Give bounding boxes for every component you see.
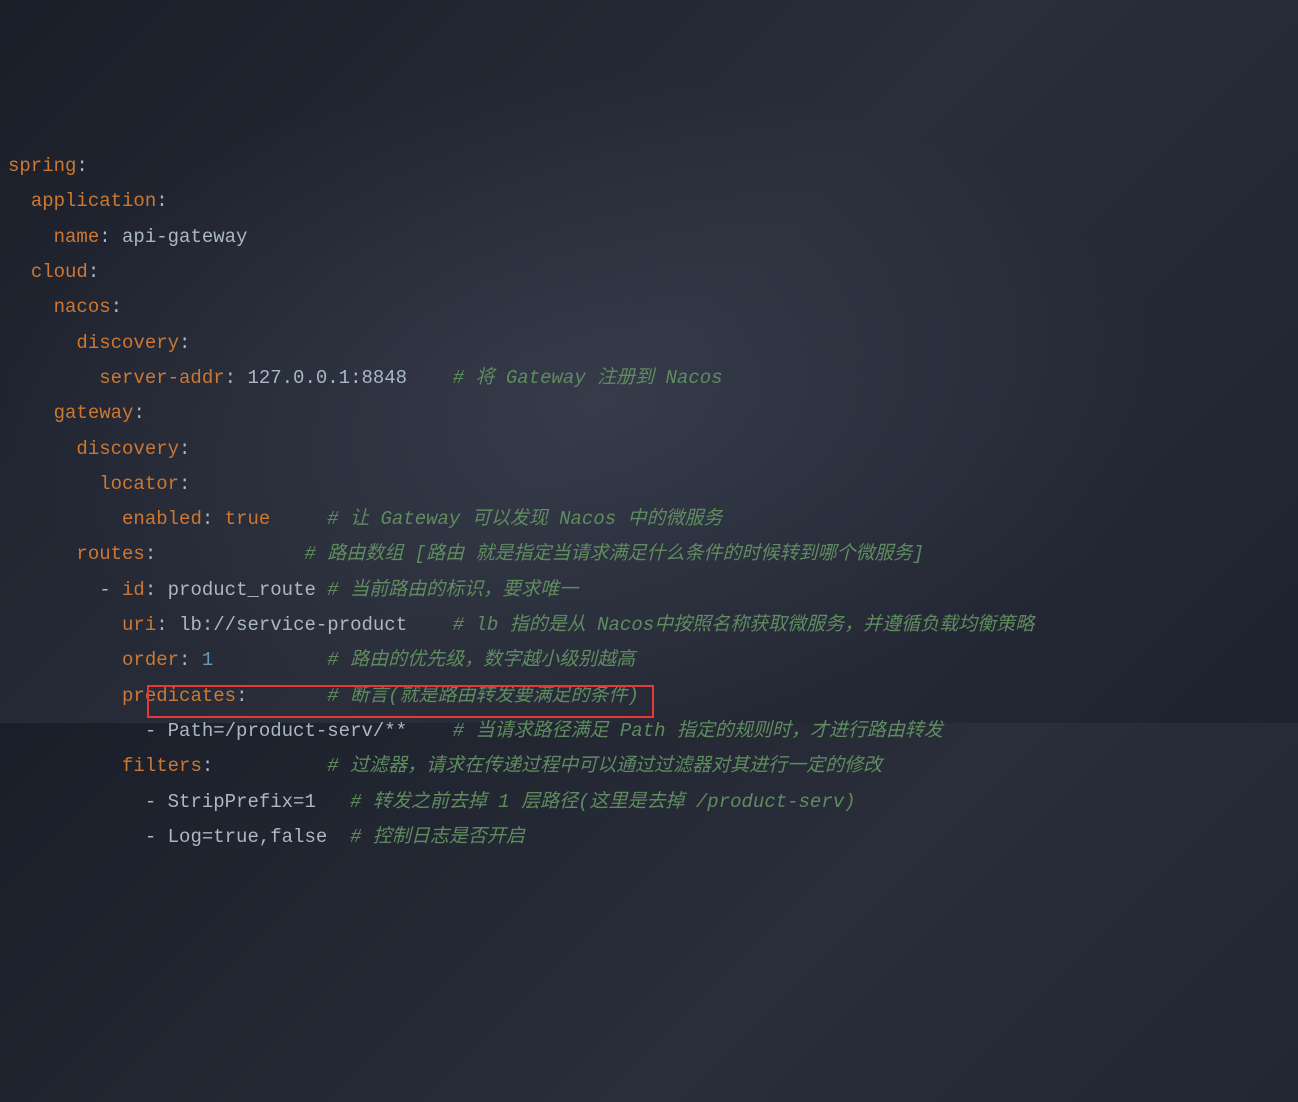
code-line: gateway:	[8, 396, 1298, 431]
code-line: nacos:	[8, 290, 1298, 325]
code-editor[interactable]: spring: application: name: api-gateway c…	[8, 149, 1298, 855]
code-line: - id: product_route # 当前路由的标识，要求唯一	[8, 573, 1298, 608]
code-line: routes: # 路由数组 [路由 就是指定当请求满足什么条件的时候转到哪个微…	[8, 537, 1298, 572]
code-line: order: 1 # 路由的优先级，数字越小级别越高	[8, 643, 1298, 678]
code-line: - StripPrefix=1 # 转发之前去掉 1 层路径(这里是去掉 /pr…	[8, 785, 1298, 820]
code-line: server-addr: 127.0.0.1:8848 # 将 Gateway …	[8, 361, 1298, 396]
code-line: filters: # 过滤器，请求在传递过程中可以通过过滤器对其进行一定的修改	[8, 749, 1298, 784]
code-line: discovery:	[8, 326, 1298, 361]
code-line: name: api-gateway	[8, 220, 1298, 255]
code-line: predicates: # 断言(就是路由转发要满足的条件)	[8, 679, 1298, 714]
code-line: uri: lb://service-product # lb 指的是从 Naco…	[8, 608, 1298, 643]
code-line: spring:	[8, 149, 1298, 184]
code-line: - Log=true,false # 控制日志是否开启	[8, 820, 1298, 855]
code-line: cloud:	[8, 255, 1298, 290]
code-line: locator:	[8, 467, 1298, 502]
code-line: application:	[8, 184, 1298, 219]
code-line: - Path=/product-serv/** # 当请求路径满足 Path 指…	[8, 714, 1298, 749]
code-line: discovery:	[8, 432, 1298, 467]
code-line: enabled: true # 让 Gateway 可以发现 Nacos 中的微…	[8, 502, 1298, 537]
